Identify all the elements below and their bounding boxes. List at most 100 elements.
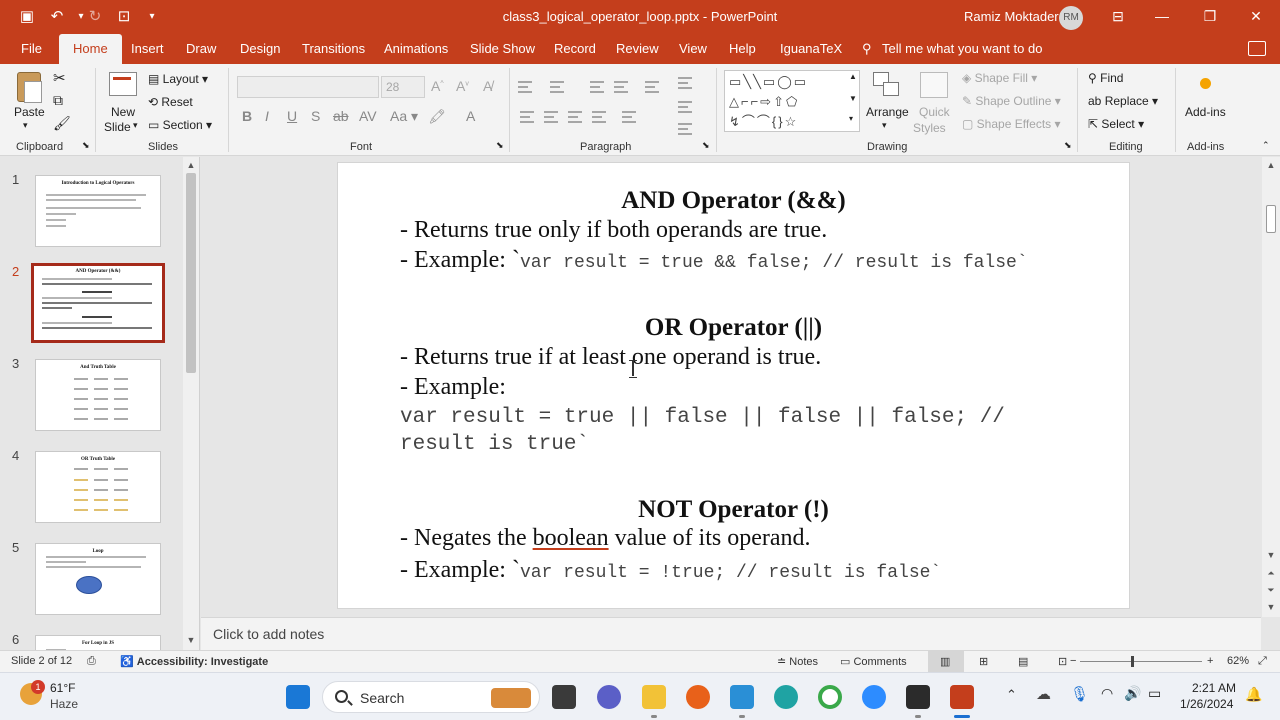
new-slide-icon[interactable] — [109, 72, 137, 96]
wifi-icon[interactable]: ◠ — [1101, 685, 1113, 702]
firefox-icon[interactable] — [686, 685, 710, 709]
format-painter-icon[interactable]: 🖌 — [53, 115, 71, 132]
decrease-font-icon[interactable]: Av — [456, 78, 469, 94]
scrollbar-thumb[interactable] — [186, 173, 196, 373]
spellcheck-word[interactable]: boolean — [533, 525, 609, 551]
new-slide-button-line2[interactable]: Slide — [104, 120, 131, 134]
minimize-icon[interactable]: — — [1150, 5, 1174, 27]
font-color-icon[interactable]: A — [466, 108, 475, 124]
paragraph-launcher-icon[interactable]: ⬊ — [702, 140, 710, 151]
select-button[interactable]: ⇱ Select ▾ — [1088, 117, 1144, 131]
smartart-icon[interactable] — [678, 123, 692, 135]
slideshow-view-icon[interactable]: ⊡ — [1058, 655, 1067, 668]
decrease-indent-icon[interactable] — [590, 81, 604, 93]
new-slide-button[interactable]: New — [111, 105, 135, 119]
edge-icon[interactable] — [774, 685, 798, 709]
drawing-launcher-icon[interactable]: ⬊ — [1064, 140, 1072, 151]
tab-insert[interactable]: Insert — [131, 34, 164, 64]
zoom-out-icon[interactable]: − — [1070, 655, 1076, 667]
slide-thumbnail-5[interactable]: Loop — [35, 543, 161, 615]
clear-formatting-icon[interactable]: A̸ — [483, 78, 492, 94]
file-explorer-icon[interactable] — [642, 685, 666, 709]
powerpoint-icon[interactable] — [950, 685, 974, 709]
columns-icon[interactable] — [622, 111, 636, 123]
tab-help[interactable]: Help — [729, 34, 756, 64]
quick-styles-button-line2[interactable]: Styles — [913, 121, 946, 135]
previous-slide-icon[interactable]: ⏶ — [1264, 567, 1278, 579]
align-left-icon[interactable] — [520, 111, 534, 123]
tab-draw[interactable]: Draw — [186, 34, 216, 64]
comments-icon[interactable] — [1248, 41, 1266, 56]
user-name[interactable]: Ramiz Moktader — [964, 9, 1059, 24]
increase-font-icon[interactable]: A^ — [431, 78, 444, 94]
slide-thumbnail-3[interactable]: And Truth Table — [35, 359, 161, 431]
quick-styles-icon[interactable] — [920, 72, 948, 98]
zoom-in-icon[interactable]: + — [1207, 655, 1213, 667]
or-code-line-2[interactable]: result is true` — [400, 433, 589, 456]
copy-icon[interactable]: ⧉ — [53, 92, 63, 109]
paste-dropdown-icon[interactable]: ▾ — [23, 120, 28, 131]
font-launcher-icon[interactable]: ⬊ — [496, 140, 504, 151]
italic-icon[interactable]: I — [265, 108, 269, 124]
highlight-icon[interactable]: 🖍 — [428, 108, 446, 125]
shape-outline-button[interactable]: ✎ Shape Outline ▾ — [962, 94, 1061, 108]
scrollbar-thumb[interactable] — [1266, 205, 1276, 233]
and-line-2[interactable]: - Example: `var result = true && false; … — [400, 247, 1028, 274]
restore-icon[interactable]: ❐ — [1198, 5, 1222, 27]
new-slide-dropdown-icon[interactable]: ▾ — [133, 120, 138, 131]
tab-iguanatex[interactable]: IguanaTeX — [780, 34, 842, 64]
scroll-down-icon[interactable]: ▼ — [1264, 601, 1278, 613]
slide-thumbnail-1[interactable]: Introduction to Logical Operators — [35, 175, 161, 247]
slide-thumbnail-4[interactable]: OR Truth Table — [35, 451, 161, 523]
teams-chat-icon[interactable] — [597, 685, 621, 709]
tab-view[interactable]: View — [679, 34, 707, 64]
shapes-scroll-up-icon[interactable]: ▲ — [849, 72, 857, 81]
strikethrough-icon[interactable]: ab — [333, 108, 349, 124]
notes-pane[interactable]: Click to add notes — [201, 617, 1261, 650]
and-heading[interactable]: AND Operator (&&) — [338, 187, 1129, 215]
align-text-icon[interactable] — [678, 101, 692, 113]
or-code-line-1[interactable]: var result = true || false || false || f… — [400, 406, 1005, 429]
arrange-dropdown-icon[interactable]: ▾ — [882, 120, 887, 131]
cut-icon[interactable]: ✂ — [53, 69, 66, 87]
notification-bell-icon[interactable]: 🔔 — [1245, 686, 1262, 703]
scroll-down-icon[interactable]: ▼ — [184, 634, 198, 646]
spelling-check-icon[interactable]: ⎙ — [87, 655, 96, 668]
character-spacing-icon[interactable]: AV — [359, 108, 377, 124]
next-slide-icon[interactable]: ⏷ — [1264, 584, 1278, 596]
shapes-gallery[interactable]: ▭╲╲▭◯▭ △⌐⌐⇨⇧⬠ ↯⌒⌒{}☆ — [724, 70, 860, 132]
bullets-icon[interactable] — [518, 81, 532, 93]
tab-review[interactable]: Review — [616, 34, 659, 64]
editor-scrollbar[interactable]: ▲ ▼ ⏶ ⏷ ▼ — [1262, 157, 1280, 617]
not-line-2[interactable]: - Example: `var result = !true; // resul… — [400, 557, 941, 584]
add-ins-button[interactable]: Add-ins — [1185, 105, 1226, 119]
slide-canvas[interactable]: AND Operator (&&) - Returns true only if… — [338, 163, 1129, 608]
scroll-down-icon[interactable]: ▼ — [1264, 549, 1278, 561]
font-size-input[interactable]: 28 — [381, 76, 425, 98]
scroll-up-icon[interactable]: ▲ — [184, 159, 198, 171]
shapes-more-icon[interactable]: ▾ — [849, 114, 853, 123]
increase-indent-icon[interactable] — [614, 81, 628, 93]
shapes-scroll-down-icon[interactable]: ▼ — [849, 94, 857, 103]
tab-slide-show[interactable]: Slide Show — [470, 34, 535, 64]
slide-counter[interactable]: Slide 2 of 12 — [11, 655, 72, 667]
paste-icon[interactable] — [17, 72, 42, 103]
font-name-input[interactable] — [237, 76, 379, 98]
reading-view-icon[interactable]: ▤ — [1018, 655, 1028, 668]
collapse-ribbon-icon[interactable]: ⌃ — [1262, 140, 1270, 151]
bold-icon[interactable]: B — [242, 108, 252, 124]
shape-effects-button[interactable]: ▢ Shape Effects ▾ — [962, 117, 1061, 131]
zoom-slider-handle[interactable] — [1131, 656, 1134, 667]
numbering-icon[interactable] — [550, 81, 564, 93]
clock-time[interactable]: 2:21 AM — [1192, 681, 1236, 695]
change-case-icon[interactable]: Aa ▾ — [390, 108, 418, 125]
battery-icon[interactable]: ▭ — [1148, 685, 1161, 702]
zoom-level[interactable]: 62% — [1227, 655, 1249, 667]
quick-styles-button[interactable]: Quick — [919, 105, 950, 119]
reset-button[interactable]: ⟲ Reset — [148, 95, 193, 109]
or-heading[interactable]: OR Operator (||) — [338, 314, 1129, 342]
windows-start-icon[interactable] — [286, 685, 310, 709]
or-line-2[interactable]: - Example: — [400, 374, 506, 401]
weather-temperature[interactable]: 61°F — [50, 681, 75, 695]
slide-thumbnail-2[interactable]: AND Operator (&&) — [31, 263, 165, 343]
